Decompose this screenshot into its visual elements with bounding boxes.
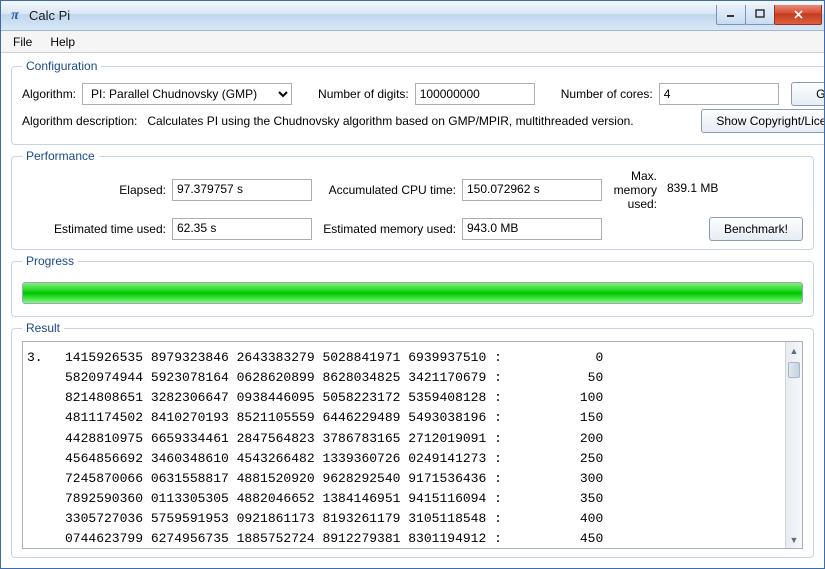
window-title: Calc Pi <box>29 8 717 23</box>
progress-group: Progress <box>11 254 814 317</box>
cores-input[interactable] <box>659 83 779 105</box>
window-controls <box>717 5 822 25</box>
est-mem-label: Estimated memory used: <box>312 222 462 236</box>
app-icon: π <box>7 8 23 24</box>
performance-legend: Performance <box>22 149 99 163</box>
configuration-legend: Configuration <box>22 59 101 73</box>
maxmem-value: 839.1 MB <box>663 179 803 201</box>
algorithm-label: Algorithm: <box>22 87 76 101</box>
scroll-up-icon[interactable]: ▲ <box>786 342 802 359</box>
progress-fill <box>23 283 802 303</box>
scroll-down-icon[interactable]: ▼ <box>786 531 802 548</box>
configuration-group: Configuration Algorithm: PI: Parallel Ch… <box>11 59 824 145</box>
license-button[interactable]: Show Copyright/License <box>701 109 824 133</box>
titlebar[interactable]: π Calc Pi <box>1 1 824 31</box>
performance-group: Performance Elapsed: 97.379757 s Accumul… <box>11 149 814 250</box>
elapsed-value: 97.379757 s <box>172 179 312 201</box>
desc-label: Algorithm description: <box>22 114 137 128</box>
app-window: π Calc Pi File Help Configuration Algori… <box>0 0 825 569</box>
menubar: File Help <box>1 31 824 53</box>
minimize-button[interactable] <box>716 5 746 25</box>
cpu-value: 150.072962 s <box>462 179 602 201</box>
est-mem-value: 943.0 MB <box>462 218 602 240</box>
result-legend: Result <box>22 321 64 335</box>
go-button[interactable]: Go! <box>791 82 824 106</box>
result-group: Result 3. 1415926535 8979323846 26433832… <box>11 321 814 558</box>
est-time-value: 62.35 s <box>172 218 312 240</box>
digits-label: Number of digits: <box>318 87 409 101</box>
desc-value <box>143 110 695 132</box>
result-text[interactable]: 1415926535 8979323846 2643383279 5028841… <box>57 342 785 548</box>
cpu-label: Accumulated CPU time: <box>312 183 462 197</box>
menu-help[interactable]: Help <box>42 33 83 51</box>
maximize-button[interactable] <box>745 5 775 25</box>
cores-label: Number of cores: <box>561 87 653 101</box>
scroll-thumb[interactable] <box>788 362 800 378</box>
close-button[interactable] <box>774 5 822 25</box>
content-area: Configuration Algorithm: PI: Parallel Ch… <box>1 53 824 568</box>
elapsed-label: Elapsed: <box>22 183 172 197</box>
digits-input[interactable] <box>415 83 535 105</box>
result-leading: 3. <box>23 342 57 548</box>
progress-legend: Progress <box>22 254 78 268</box>
menu-file[interactable]: File <box>5 33 40 51</box>
maxmem-label: Max. memory used: <box>602 169 663 211</box>
algorithm-select[interactable]: PI: Parallel Chudnovsky (GMP) <box>82 83 292 105</box>
benchmark-button[interactable]: Benchmark! <box>709 217 803 241</box>
est-time-label: Estimated time used: <box>22 222 172 236</box>
progress-bar <box>22 282 803 304</box>
result-scrollbar[interactable]: ▲ ▼ <box>785 342 802 548</box>
